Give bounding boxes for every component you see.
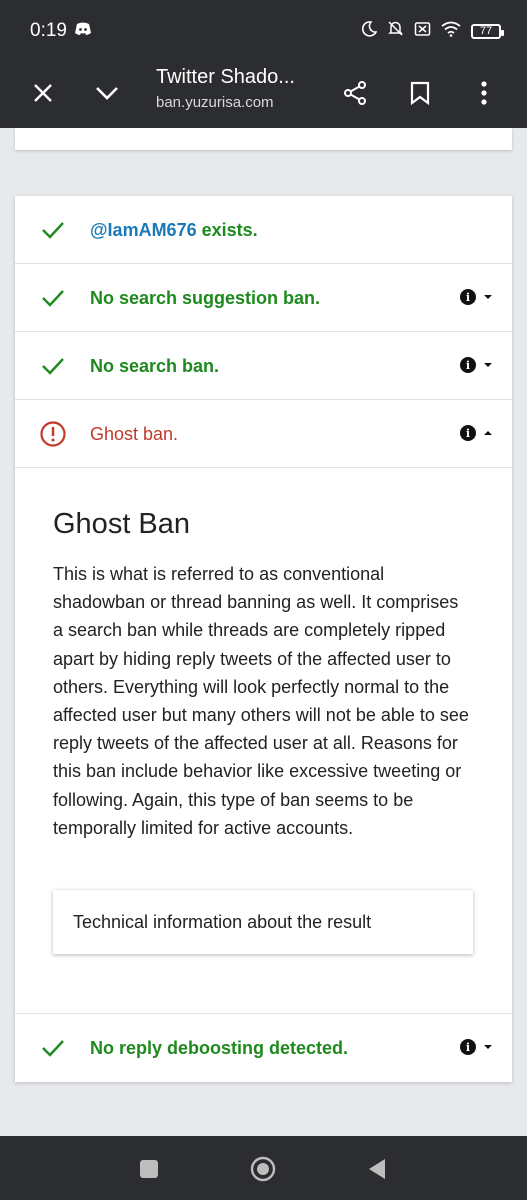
- home-icon[interactable]: [250, 1156, 276, 1182]
- detail-body: This is what is referred to as conventio…: [53, 564, 469, 838]
- result-row-suggestion-ban[interactable]: No search suggestion ban. i: [15, 264, 512, 332]
- page-url[interactable]: ban.yuzurisa.com: [156, 94, 274, 111]
- ghost-ban-detail: Ghost Ban This is what is referred to as…: [15, 468, 512, 1014]
- info-icon[interactable]: i: [460, 425, 476, 441]
- status-time: 0:19: [30, 20, 67, 41]
- battery-icon: 77: [471, 23, 504, 39]
- result-label-search-ban: No search ban.: [90, 356, 220, 376]
- result-label-exists: @IamAM676 exists.: [90, 196, 258, 264]
- result-row-reply-deboost[interactable]: No reply deboosting detected. i: [15, 1014, 512, 1082]
- bell-off-icon: [387, 20, 404, 42]
- check-icon: [39, 352, 67, 380]
- result-label-ghost-ban: Ghost ban.: [90, 424, 179, 444]
- navigation-bar: [0, 1136, 527, 1200]
- exists-suffix: exists.: [196, 220, 258, 240]
- caret-down-icon[interactable]: [484, 363, 492, 367]
- close-icon[interactable]: [25, 75, 61, 111]
- caret-down-icon[interactable]: [484, 1045, 492, 1049]
- info-icon[interactable]: i: [460, 289, 476, 305]
- moon-icon: [361, 20, 378, 42]
- caret-down-icon[interactable]: [484, 295, 492, 299]
- browser-toolbar: Twitter Shado... ban.yuzurisa.com: [0, 58, 527, 128]
- result-label-suggestion-ban: No search suggestion ban.: [90, 288, 321, 308]
- more-vert-icon[interactable]: [466, 75, 502, 111]
- result-row-exists: @IamAM676 exists.: [15, 196, 512, 264]
- result-label-reply-deboost: No reply deboosting detected.: [90, 1038, 349, 1058]
- bookmark-icon[interactable]: [402, 75, 438, 111]
- user-handle-link[interactable]: @IamAM676: [90, 220, 197, 240]
- technical-info-button[interactable]: Technical information about the result: [53, 890, 473, 954]
- share-icon[interactable]: [337, 75, 373, 111]
- page-title[interactable]: Twitter Shado...: [156, 66, 295, 89]
- info-icon[interactable]: i: [460, 1039, 476, 1055]
- expand-control[interactable]: i: [460, 289, 492, 305]
- discord-icon: [74, 22, 92, 41]
- status-bar: 0:19 77: [0, 0, 527, 58]
- results-card: @IamAM676 exists. No search suggestion b…: [15, 196, 512, 1082]
- wifi-icon: [441, 21, 461, 42]
- previous-card: [15, 128, 512, 150]
- caret-up-icon[interactable]: [484, 431, 492, 435]
- check-icon: [39, 284, 67, 312]
- expand-control[interactable]: i: [460, 357, 492, 373]
- recents-icon[interactable]: [136, 1156, 162, 1182]
- info-icon[interactable]: i: [460, 357, 476, 373]
- result-row-search-ban[interactable]: No search ban. i: [15, 332, 512, 400]
- detail-title: Ghost Ban: [53, 508, 191, 540]
- expand-control[interactable]: i: [460, 1039, 492, 1055]
- back-icon[interactable]: [364, 1156, 390, 1182]
- sim-off-icon: [414, 21, 431, 42]
- status-icons: 77: [361, 20, 504, 42]
- result-row-ghost-ban[interactable]: Ghost ban. i: [15, 400, 512, 468]
- check-icon: [39, 1034, 67, 1062]
- collapse-control[interactable]: i: [460, 425, 492, 441]
- check-icon: [39, 216, 67, 244]
- error-icon: [39, 420, 67, 448]
- chevron-down-icon[interactable]: [89, 75, 125, 111]
